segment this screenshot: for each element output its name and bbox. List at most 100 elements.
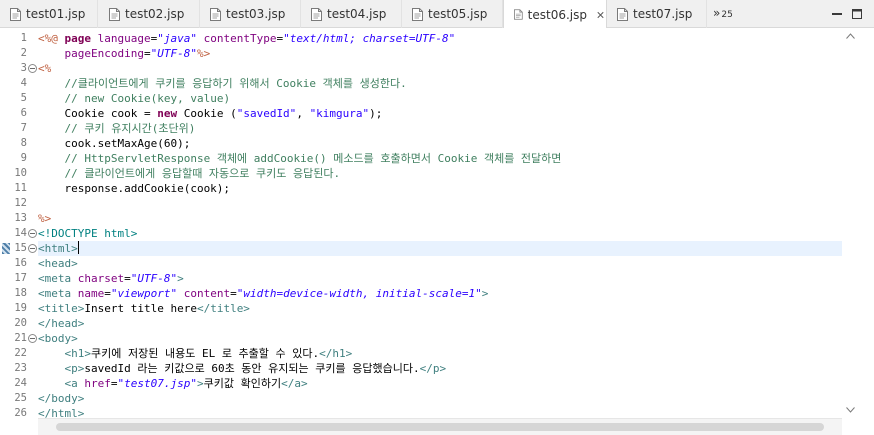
code-token: charset [77,272,125,285]
code-token: response.addCookie(cook); [38,182,231,195]
fold-collapse-icon[interactable] [28,334,37,343]
code-token: > [196,377,204,390]
line-number: 14 [14,227,27,239]
code-token: = [124,272,131,285]
code-line[interactable]: %> [38,211,842,226]
code-token: language [97,32,151,45]
line-number: 5 [20,92,27,104]
code-line[interactable]: <head> [38,256,842,271]
code-token: "text/html; charset=UTF-8" [283,32,456,45]
code-line[interactable]: <body> [38,331,842,346]
code-line[interactable]: Cookie cook = new Cookie ("savedId", "ki… [38,106,842,121]
tab-test04[interactable]: test04.jsp [301,0,402,28]
code-token: page [64,32,92,45]
code-line[interactable]: </body> [38,391,842,406]
code-line[interactable]: //클라이언트에게 쿠키를 응답하기 위해서 Cookie 객체를 생성한다. [38,76,842,91]
code-line[interactable]: <p>savedId 라는 키값으로 60초 동안 유지되는 쿠키를 응답했습니… [38,361,842,376]
tab-test02[interactable]: test02.jsp [99,0,200,28]
scroll-down-arrow-icon[interactable] [846,407,855,413]
code-line[interactable]: <%@ page language="java" contentType="te… [38,31,842,46]
jsp-file-icon [10,7,21,21]
code-area[interactable]: <%@ page language="java" contentType="te… [38,28,842,423]
code-line[interactable]: // 쿠키 유지시간(초단위) [38,121,842,136]
line-number: 18 [14,287,27,299]
scroll-up-arrow-icon[interactable] [846,33,855,39]
code-token: <%@ [38,32,58,45]
code-line[interactable]: <a href="test07.jsp">쿠키값 확인하기</a> [38,376,842,391]
code-line[interactable] [38,196,842,211]
code-token: name [77,287,105,300]
view-controls [831,8,863,20]
overview-ruler[interactable] [860,28,874,435]
code-token: "java" [157,32,197,45]
code-line[interactable]: cook.setMaxAge(60); [38,136,842,151]
code-token: <meta [38,272,72,285]
text-cursor [77,241,79,254]
horizontal-scroll-thumb[interactable] [56,423,824,431]
code-line[interactable]: // HttpServletResponse 객체에 addCookie() 메… [38,151,842,166]
code-line[interactable]: response.addCookie(cook); [38,181,842,196]
code-token: <html> [38,242,78,255]
code-line[interactable]: // 클라이언트에게 응답할때 자동으로 쿠키도 응답된다. [38,166,842,181]
code-token: <p> [64,362,85,375]
code-line[interactable]: <meta charset="UTF-8"> [38,271,842,286]
line-number: 7 [20,122,27,134]
horizontal-scrollbar[interactable] [38,418,842,435]
code-token: > [177,272,184,285]
code-token: <% [38,62,52,75]
code-token: = [230,287,237,300]
tab-test05[interactable]: test05.jsp [402,0,503,28]
line-number-gutter[interactable]: 1 2 3 4 5 6 7 8 9 10 11 12 13 14 15 16 17 18 19 20 21 22 23 24 2… [12,28,38,423]
code-token: <a [64,377,78,390]
code-token: // HttpServletResponse 객체에 addCookie() 메… [64,152,562,165]
line-number: 10 [14,167,27,179]
code-line[interactable]: <!DOCTYPE html> [38,226,842,241]
code-line[interactable]: </head> [38,316,842,331]
code-line[interactable]: <html> [38,241,842,256]
jsp-file-icon [311,7,322,21]
code-token: new [157,107,178,120]
code-token: > [481,287,489,300]
tab-test06[interactable]: test06.jsp [503,0,607,29]
code-line[interactable]: <% [38,61,842,76]
code-line[interactable]: <title>Insert title here</title> [38,301,842,316]
code-token: // new Cookie(key, value) [64,92,231,105]
code-line[interactable]: <meta name="viewport" content="width=dev… [38,286,842,301]
code-token: cook.setMaxAge(60); [38,137,191,150]
annotation-ruler[interactable] [0,28,12,423]
vertical-scrollbar[interactable] [842,28,859,423]
code-token: ); [369,107,383,120]
line-number: 13 [14,212,27,224]
maximize-icon[interactable] [851,8,863,20]
line-number: 17 [14,272,27,284]
code-line[interactable]: <h1>쿠키에 저장된 내용도 EL 로 추출할 수 있다.</h1> [38,346,842,361]
code-token: <title> [38,302,85,315]
fold-collapse-icon[interactable] [28,64,37,73]
code-token: <meta [38,287,72,300]
fold-collapse-icon[interactable] [28,244,37,253]
line-number: 11 [14,182,27,194]
minimize-icon[interactable] [831,8,843,20]
code-token: "test07.jsp" [117,377,197,390]
fold-collapse-icon[interactable] [28,229,37,238]
code-line[interactable]: // new Cookie(key, value) [38,91,842,106]
code-line[interactable]: pageEncoding="UTF-8"%> [38,46,842,61]
code-editor[interactable]: 1 2 3 4 5 6 7 8 9 10 11 12 13 14 15 16 17 18 19 20 21 22 23 24 2… [0,28,874,435]
line-number: 6 [20,107,27,119]
tab-overflow-button[interactable]: » 25 [713,6,733,20]
tab-test07[interactable]: test07.jsp [607,0,707,28]
tab-test01[interactable]: test01.jsp [0,0,98,28]
line-number: 22 [14,347,27,359]
tab-label: test06.jsp [527,7,587,22]
line-number: 20 [14,317,27,329]
tab-test03[interactable]: test03.jsp [200,0,301,28]
close-icon[interactable] [595,8,606,22]
line-number: 9 [20,152,27,164]
line-number: 1 [20,32,27,44]
